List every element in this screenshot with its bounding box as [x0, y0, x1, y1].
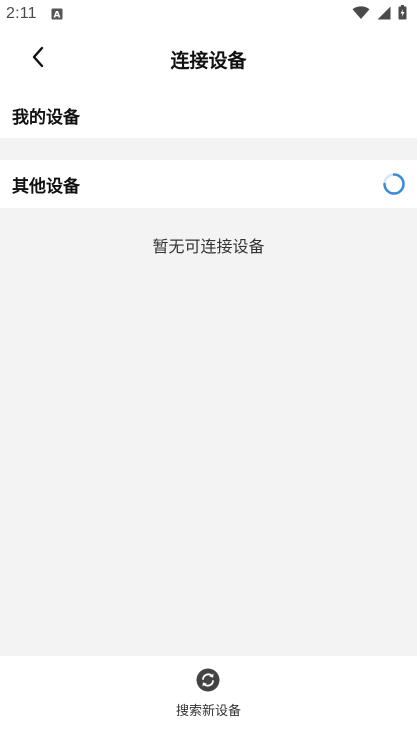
battery-icon [398, 4, 407, 24]
other-devices-title: 其他设备 [12, 176, 80, 197]
status-left: 2:11 A [6, 5, 63, 24]
refresh-icon [196, 668, 220, 696]
loading-spinner-icon [382, 172, 406, 196]
search-new-devices-button[interactable]: 搜索新设备 [176, 668, 241, 719]
signal-icon [377, 5, 391, 24]
svg-text:A: A [53, 10, 60, 20]
status-bar: 2:11 A [0, 0, 417, 28]
notification-a-icon: A [51, 5, 63, 24]
bottom-bar: 搜索新设备 [0, 656, 417, 741]
empty-message: 暂无可连接设备 [152, 237, 265, 256]
section-divider [0, 138, 417, 160]
my-devices-header: 我的设备 [0, 92, 417, 138]
other-devices-header: 其他设备 [0, 160, 417, 208]
my-devices-title: 我的设备 [12, 107, 80, 128]
page-title: 连接设备 [170, 50, 247, 72]
wifi-icon [352, 5, 370, 24]
search-new-devices-label: 搜索新设备 [175, 704, 241, 719]
status-time: 2:11 [6, 5, 37, 22]
status-right [352, 4, 407, 24]
device-list-area: 暂无可连接设备 [0, 208, 417, 656]
app-bar: 连接设备 [0, 28, 417, 90]
